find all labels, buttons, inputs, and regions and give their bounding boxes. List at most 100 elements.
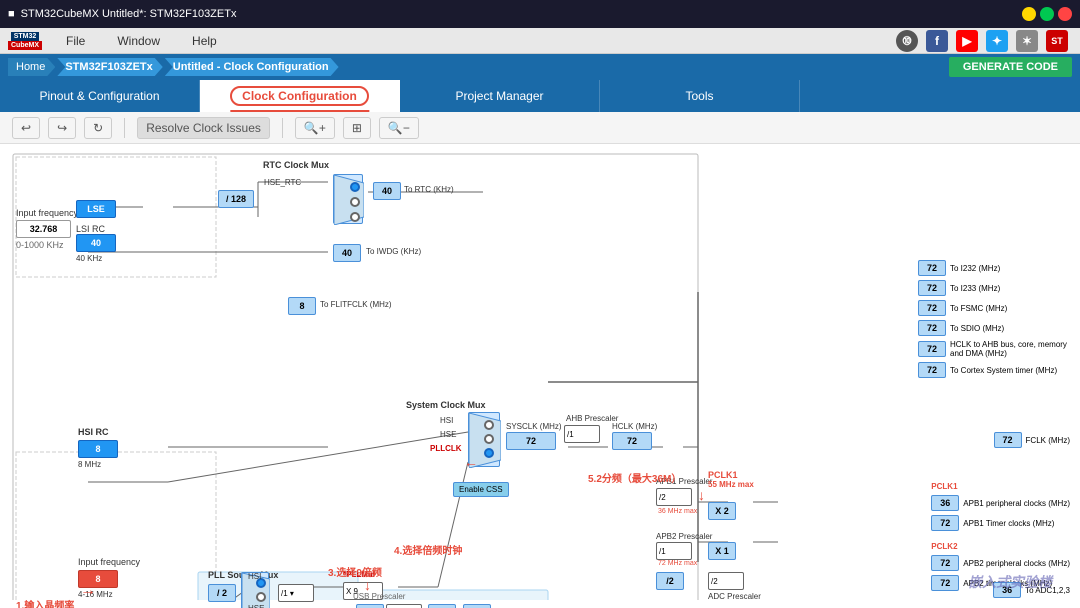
- cortex-label: To Cortex System timer (MHz): [950, 366, 1057, 375]
- pclk2-label: PCLK2: [931, 542, 1070, 551]
- tab-clock[interactable]: Clock Configuration: [200, 80, 400, 112]
- usb-div2: / 1: [428, 604, 456, 608]
- redo-button[interactable]: ↪: [48, 117, 76, 139]
- menu-bar: STM32 CubeMX File Window Help ⓾ f ▶ ✦ ✶ …: [0, 28, 1080, 54]
- apb2timer-val: 72: [931, 575, 959, 591]
- breadcrumb-home[interactable]: Home: [8, 58, 55, 76]
- ahb-val: 72: [918, 341, 946, 357]
- annotation-step4: 4.选择倍频时钟: [394, 542, 462, 557]
- sys-clk-mux-label: System Clock Mux: [406, 400, 486, 410]
- annotation-step5: 5.2分频（最大36M）: [588, 470, 681, 485]
- main-content: Input frequency 32.768 0-1000 KHz LSE LS…: [0, 144, 1080, 608]
- cortex-val: 72: [918, 362, 946, 378]
- apb2-prescaler-label: APB2 Prescaler: [656, 532, 712, 541]
- tab-bar: Pinout & Configuration Clock Configurati…: [0, 80, 1080, 112]
- lsi-rc-label: LSI RC: [76, 224, 105, 234]
- zoom-out-button[interactable]: 🔍−: [379, 117, 419, 139]
- apb2periph-val: 72: [931, 555, 959, 571]
- maximize-button[interactable]: [1040, 7, 1054, 21]
- youtube-icon[interactable]: ▶: [956, 30, 978, 52]
- apb2-x1: X 1: [708, 542, 736, 560]
- breadcrumb-device[interactable]: STM32F103ZETx: [57, 58, 162, 76]
- apb2periph-label: APB2 peripheral clocks (MHz): [963, 559, 1070, 568]
- sysclk-val[interactable]: 72: [506, 432, 556, 450]
- ahb-label: HCLK to AHB bus, core, memory and DMA (M…: [950, 340, 1070, 358]
- pclk1-max-note: 55 MHz max: [708, 480, 754, 489]
- hse-pll-label: HSE: [248, 604, 264, 608]
- sys-mux-radio-hse[interactable]: [484, 434, 494, 444]
- hclk-val[interactable]: 72: [612, 432, 652, 450]
- enable-css-button[interactable]: Enable CSS: [453, 482, 509, 497]
- iwdg-label: To IWDG (KHz): [366, 247, 421, 256]
- fsmc-label: To FSMC (MHz): [950, 304, 1007, 313]
- menu-help[interactable]: Help: [176, 30, 233, 52]
- fliclk-label: To FLIТFCLK (MHz): [320, 300, 392, 309]
- undo-button[interactable]: ↩: [12, 117, 40, 139]
- hsi-rc-block[interactable]: 8: [78, 440, 118, 458]
- rtc-out-label: To RTC (KHz): [404, 185, 454, 194]
- pll-div2: / 2: [208, 584, 236, 602]
- final-div2: /2: [656, 572, 684, 590]
- sdio-label: To SDIO (MHz): [950, 324, 1004, 333]
- facebook-icon[interactable]: f: [926, 30, 948, 52]
- zoom-in-button[interactable]: 🔍+: [295, 117, 335, 139]
- i2s3-val: 72: [918, 280, 946, 296]
- apb1-x2: X 2: [708, 502, 736, 520]
- resolve-clock-button[interactable]: Resolve Clock Issues: [137, 117, 270, 139]
- sys-mux-radio-pll[interactable]: [484, 448, 494, 458]
- toolbar-separator: [124, 118, 125, 138]
- close-button[interactable]: [1058, 7, 1072, 21]
- apb2-prescaler-select[interactable]: /1: [656, 542, 692, 560]
- iwdg-val[interactable]: 40: [333, 244, 361, 262]
- apb1periph-label: APB1 peripheral clocks (MHz): [963, 499, 1070, 508]
- refresh-button[interactable]: ↻: [84, 117, 112, 139]
- i2s2-val: 72: [918, 260, 946, 276]
- menu-window[interactable]: Window: [101, 30, 176, 52]
- menu-file[interactable]: File: [50, 30, 101, 52]
- rtc-out-val[interactable]: 40: [373, 182, 401, 200]
- tab-tools[interactable]: Tools: [600, 80, 800, 112]
- rtc-mux-radio-3[interactable]: [350, 212, 360, 222]
- annotation-step3: 3.选择9倍频: [328, 564, 382, 579]
- pll-src-radio-hse[interactable]: [256, 592, 266, 602]
- clock-diagram: Input frequency 32.768 0-1000 KHz LSE LS…: [0, 144, 1080, 608]
- usb-prescaler-select[interactable]: X 9 ▾: [386, 604, 422, 608]
- apb1timer-val: 72: [931, 515, 959, 531]
- ahb-prescaler-label: AHB Prescaler: [566, 414, 618, 423]
- st-brand-icon[interactable]: ST: [1046, 30, 1068, 52]
- tab-pinout[interactable]: Pinout & Configuration: [0, 80, 200, 112]
- breadcrumb-config[interactable]: Untitled - Clock Configuration: [165, 58, 339, 76]
- network-icon[interactable]: ✶: [1016, 30, 1038, 52]
- sdio-val: 72: [918, 320, 946, 336]
- adc-prescaler-label: ADC Prescaler: [708, 592, 761, 601]
- ahb-prescaler-select[interactable]: /1: [564, 425, 600, 443]
- annotation-arrow-4: ←: [464, 454, 478, 470]
- minimize-button[interactable]: [1022, 7, 1036, 21]
- tab-project[interactable]: Project Manager: [400, 80, 600, 112]
- pll-prediv-select[interactable]: /1 ▾: [278, 584, 314, 602]
- diagram-svg: [8, 152, 1072, 600]
- annotation-arrow-1: →: [80, 582, 96, 600]
- rtc-mux-radio-2[interactable]: [350, 197, 360, 207]
- adc-prescaler-select[interactable]: /2: [708, 572, 744, 590]
- lse-block[interactable]: LSE: [76, 200, 116, 218]
- input-freq-label: Input frequency: [16, 208, 78, 218]
- apb1timer-label: APB1 Timer clocks (MHz): [963, 519, 1054, 528]
- twitter-icon[interactable]: ✦: [986, 30, 1008, 52]
- hclk-label: HCLK (MHz): [612, 422, 657, 431]
- fclk-val: 72: [994, 432, 1022, 448]
- generate-code-button[interactable]: GENERATE CODE: [949, 57, 1072, 77]
- watermark: 嵌入式实验楼: [968, 572, 1052, 592]
- sys-mux-radio-hsi[interactable]: [484, 420, 494, 430]
- version-badge: ⓾: [896, 30, 918, 52]
- apb1-prescaler-select[interactable]: /2: [656, 488, 692, 506]
- div128-block[interactable]: / 128: [218, 190, 254, 208]
- rtc-mux-radio-1[interactable]: [350, 182, 360, 192]
- usb-out-val: 72: [463, 604, 491, 608]
- pclk1-label: PCLK1: [931, 482, 1070, 491]
- input-freq-value[interactable]: 32.768: [16, 220, 71, 238]
- hsi-pll-label: HSI: [248, 572, 261, 581]
- zoom-fit-button[interactable]: ⊞: [343, 117, 371, 139]
- lsi-rc-block[interactable]: 40: [76, 234, 116, 252]
- app-logo: STM32 CubeMX: [0, 32, 50, 50]
